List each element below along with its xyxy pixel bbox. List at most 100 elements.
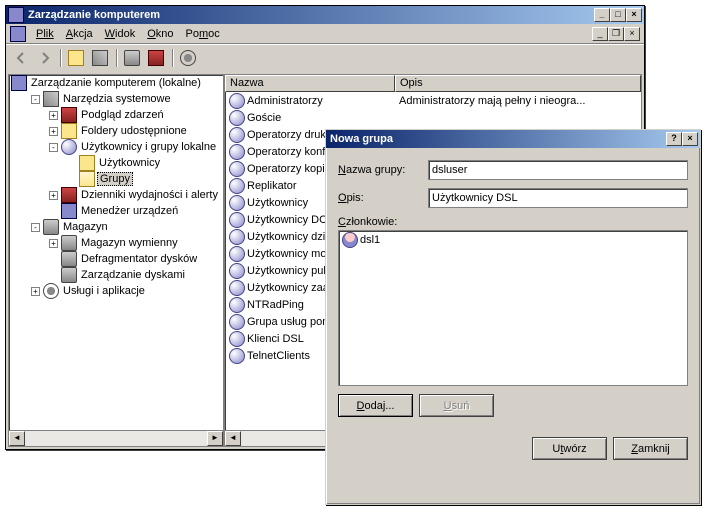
tree-node[interactable]: - Magazyn: [9, 219, 223, 235]
folder-icon: [61, 123, 77, 139]
menu-pomoc[interactable]: Pomoc: [180, 26, 226, 42]
mdi-close-button[interactable]: ×: [624, 27, 640, 41]
book-icon: [61, 107, 77, 123]
tree-panel: Zarządzanie komputerem (lokalne) - Narzędz…: [8, 74, 224, 447]
menu-okno[interactable]: Okno: [141, 26, 179, 42]
row-desc: Administratorzy mają pełny i nieogra...: [399, 95, 585, 107]
tree-node[interactable]: - Narzędzia systemowe: [9, 91, 223, 107]
computer-icon: [61, 203, 77, 219]
tree-expander[interactable]: -: [49, 143, 58, 152]
tree-body[interactable]: Zarządzanie komputerem (lokalne) - Narzędz…: [9, 75, 223, 412]
input-group-name[interactable]: [428, 160, 688, 180]
close-button[interactable]: ×: [626, 8, 642, 22]
col-name[interactable]: Nazwa: [225, 75, 395, 92]
tree-root[interactable]: Zarządzanie komputerem (lokalne): [29, 77, 203, 89]
row-name: Administratorzy: [247, 95, 323, 107]
scroll-right-button[interactable]: ►: [207, 431, 223, 446]
tree-expander[interactable]: +: [31, 287, 40, 296]
tree-label[interactable]: Foldery udostępnione: [79, 125, 189, 137]
dialog-close-button[interactable]: ×: [682, 132, 698, 146]
add-button[interactable]: Dodaj...: [338, 394, 413, 417]
col-desc[interactable]: Opis: [395, 75, 641, 92]
tree-expander[interactable]: -: [31, 95, 40, 104]
gear-icon: [43, 283, 59, 299]
dialog-title: Nowa grupa: [328, 133, 666, 145]
up-button[interactable]: [66, 47, 88, 69]
tree-label[interactable]: Podgląd zdarzeń: [79, 109, 166, 121]
tree-expander[interactable]: +: [49, 111, 58, 120]
row-name: NTRadPing: [247, 299, 304, 311]
row-name: Operatorzy kopii: [247, 163, 327, 175]
list-row[interactable]: Goście: [225, 109, 641, 126]
properties-icon: [92, 50, 108, 66]
tree-label[interactable]: Narzędzia systemowe: [61, 93, 173, 105]
group-icon: [229, 178, 245, 194]
refresh-button[interactable]: [146, 47, 168, 69]
scroll-track[interactable]: [25, 431, 207, 446]
group-icon: [229, 195, 245, 211]
dialog-titlebar[interactable]: Nowa grupa ? ×: [326, 130, 700, 148]
export-button[interactable]: [122, 47, 144, 69]
mdi-minimize-button[interactable]: _: [592, 27, 608, 41]
dialog-body: Nazwa grupy: Opis: Członkowie: dsl1 Doda…: [326, 148, 700, 429]
disk-icon: [61, 235, 77, 251]
member-item[interactable]: dsl1: [340, 232, 686, 248]
group-icon: [229, 297, 245, 313]
folder-icon: [79, 155, 95, 171]
tree-node[interactable]: + Podgląd zdarzeń: [9, 107, 223, 123]
tree-node[interactable]: + Magazyn wymienny: [9, 235, 223, 251]
tree-expander[interactable]: +: [49, 127, 58, 136]
properties-button[interactable]: [90, 47, 112, 69]
help-button[interactable]: [178, 47, 200, 69]
input-description[interactable]: [428, 188, 688, 208]
menu-akcja[interactable]: Akcja: [60, 26, 99, 42]
tree-node[interactable]: Zarządzanie dyskami: [9, 267, 223, 283]
scroll-left-button[interactable]: ◄: [9, 431, 25, 446]
tree-node[interactable]: + Dzienniki wydajności i alerty: [9, 187, 223, 203]
close-dialog-button[interactable]: Zamknij: [613, 437, 688, 460]
label-group-name: Nazwa grupy:: [338, 164, 428, 176]
tree-node[interactable]: + Usługi i aplikacje: [9, 283, 223, 299]
group-icon: [229, 93, 245, 109]
tree-label[interactable]: Grupy: [97, 172, 133, 186]
members-listbox[interactable]: dsl1: [338, 230, 688, 386]
mdi-restore-button[interactable]: ❐: [608, 27, 624, 41]
tree-label[interactable]: Użytkownicy: [97, 157, 162, 169]
back-button[interactable]: [10, 47, 32, 69]
row-name: Replikator: [247, 180, 297, 192]
minimize-button[interactable]: _: [594, 8, 610, 22]
menu-widok[interactable]: Widok: [99, 26, 142, 42]
tree-label[interactable]: Magazyn wymienny: [79, 237, 180, 249]
list-row[interactable]: Administratorzy Administratorzy mają pełn…: [225, 92, 641, 109]
tree-label[interactable]: Zarządzanie dyskami: [79, 269, 187, 281]
tree-node[interactable]: Defragmentator dysków: [9, 251, 223, 267]
tree-label[interactable]: Użytkownicy i grupy lokalne: [79, 141, 218, 153]
group-icon: [229, 161, 245, 177]
create-button[interactable]: Utwórz: [532, 437, 607, 460]
remove-button: Usuń: [419, 394, 494, 417]
tree-hscrollbar[interactable]: ◄ ►: [9, 430, 223, 446]
tree-expander[interactable]: -: [31, 223, 40, 232]
tree-node[interactable]: Grupy: [9, 171, 223, 187]
menu-plik[interactable]: Plik: [30, 26, 60, 42]
tree-expander[interactable]: +: [49, 239, 58, 248]
menu-bar: Plik Akcja Widok Okno Pomoc _ ❐ ×: [6, 24, 644, 44]
tree-node[interactable]: Użytkownicy: [9, 155, 223, 171]
tree-label[interactable]: Dzienniki wydajności i alerty: [79, 189, 220, 201]
row-name: Klienci DSL: [247, 333, 304, 345]
tree-label[interactable]: Menedżer urządzeń: [79, 205, 180, 217]
refresh-icon: [148, 50, 164, 66]
main-titlebar[interactable]: Zarządzanie komputerem _ □ ×: [6, 6, 644, 24]
maximize-button[interactable]: □: [610, 8, 626, 22]
scroll-left-button[interactable]: ◄: [225, 431, 241, 446]
tree-label[interactable]: Usługi i aplikacje: [61, 285, 147, 297]
tree-label[interactable]: Magazyn: [61, 221, 110, 233]
tree-expander[interactable]: +: [49, 191, 58, 200]
tree-label[interactable]: Defragmentator dysków: [79, 253, 199, 265]
dialog-help-button[interactable]: ?: [666, 132, 682, 146]
forward-button[interactable]: [34, 47, 56, 69]
member-name: dsl1: [360, 234, 380, 246]
tree-node[interactable]: + Foldery udostępnione: [9, 123, 223, 139]
tree-node[interactable]: - Użytkownicy i grupy lokalne: [9, 139, 223, 155]
tree-node[interactable]: Menedżer urządzeń: [9, 203, 223, 219]
